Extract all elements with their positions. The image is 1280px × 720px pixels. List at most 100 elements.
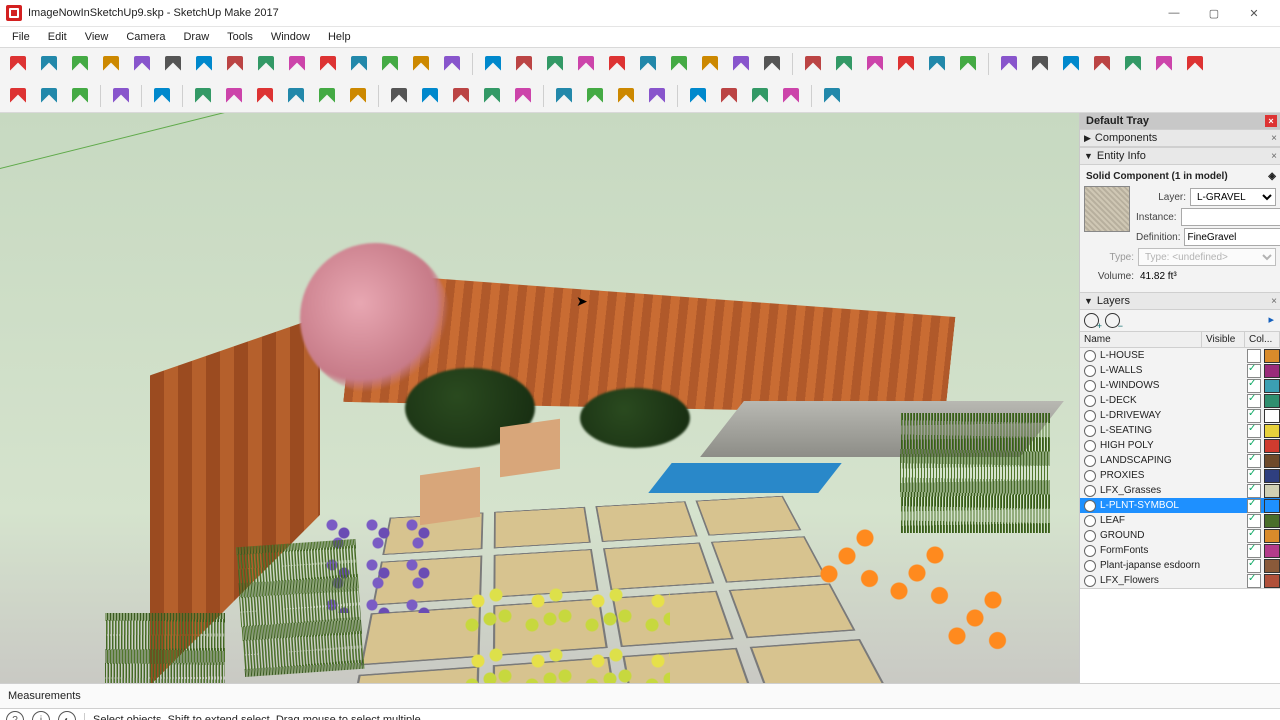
layer-visible-checkbox[interactable] (1247, 439, 1261, 453)
save-button[interactable] (66, 50, 94, 78)
tape-button[interactable] (385, 82, 413, 110)
protractor-button[interactable] (416, 82, 444, 110)
layer-row[interactable]: L-HOUSE (1080, 348, 1280, 363)
settings-gear-button[interactable] (314, 50, 342, 78)
dim-button[interactable] (509, 82, 537, 110)
menu-help[interactable]: Help (320, 29, 359, 45)
layer-row[interactable]: GROUND (1080, 528, 1280, 543)
3dwarehouse-button[interactable] (830, 50, 858, 78)
layer-color-swatch[interactable] (1264, 574, 1280, 588)
pie-button[interactable] (758, 50, 786, 78)
move-red-button[interactable] (995, 50, 1023, 78)
line-button[interactable] (66, 82, 94, 110)
layer-active-radio[interactable] (1084, 545, 1096, 557)
layer-visible-checkbox[interactable] (1247, 409, 1261, 423)
redo-button[interactable] (252, 50, 280, 78)
viewport-3d[interactable]: ➤ (0, 113, 1079, 683)
layer-color-swatch[interactable] (1264, 514, 1280, 528)
paste-button[interactable] (159, 50, 187, 78)
undo-button[interactable] (221, 50, 249, 78)
layer-visible-checkbox[interactable] (1247, 424, 1261, 438)
panel-layers-header[interactable]: ▼ Layers × (1080, 292, 1280, 310)
layer-color-swatch[interactable] (1264, 439, 1280, 453)
open-button[interactable] (35, 50, 63, 78)
2pt-arc-button[interactable] (696, 50, 724, 78)
orbit-button[interactable] (550, 82, 578, 110)
delete-button[interactable] (190, 50, 218, 78)
fwd-arrow-button[interactable] (376, 50, 404, 78)
layer-color-swatch[interactable] (1264, 349, 1280, 363)
layer-active-radio[interactable] (1084, 455, 1096, 467)
text-button[interactable] (447, 82, 475, 110)
arc-button[interactable] (665, 50, 693, 78)
layer-color-swatch[interactable] (1264, 544, 1280, 558)
panel-close-icon[interactable]: × (1271, 151, 1277, 162)
rectangle-button[interactable] (541, 50, 569, 78)
layer-row[interactable]: LFX_Grasses (1080, 483, 1280, 498)
layers-list[interactable]: L-HOUSEL-WALLSL-WINDOWSL-DECKL-DRIVEWAYL… (1080, 348, 1280, 588)
layers-flyout-button[interactable]: ▸ (1268, 313, 1274, 326)
layer-visible-checkbox[interactable] (1247, 499, 1261, 513)
orb-button[interactable] (1057, 50, 1085, 78)
zoom-button[interactable] (612, 82, 640, 110)
scale-button[interactable] (1119, 50, 1147, 78)
layer-row[interactable]: L-PLNT-SYMBOL (1080, 498, 1280, 513)
layer-row[interactable]: LANDSCAPING (1080, 453, 1280, 468)
layer-visible-checkbox[interactable] (1247, 394, 1261, 408)
freehand-button[interactable] (510, 50, 538, 78)
rect2-button[interactable] (148, 82, 176, 110)
layer-color-swatch[interactable] (1264, 379, 1280, 393)
add-layer-button[interactable] (1084, 313, 1099, 328)
layer-row[interactable]: L-SEATING (1080, 423, 1280, 438)
section-button[interactable] (684, 82, 712, 110)
layer-active-radio[interactable] (1084, 530, 1096, 542)
eraser-button[interactable] (35, 82, 63, 110)
layer-visible-checkbox[interactable] (1247, 379, 1261, 393)
layer-visible-checkbox[interactable] (1247, 484, 1261, 498)
layer-color-swatch[interactable] (1264, 499, 1280, 513)
paint-button[interactable] (777, 82, 805, 110)
layer-row[interactable]: L-WALLS (1080, 363, 1280, 378)
offset2-button[interactable] (344, 82, 372, 110)
panel-close-icon[interactable]: × (1271, 296, 1277, 307)
scale2-button[interactable] (313, 82, 341, 110)
user-icon[interactable]: ◐ (58, 711, 76, 720)
new-button[interactable] (4, 50, 32, 78)
tray-close-button[interactable]: × (1265, 115, 1277, 127)
follow-button[interactable] (282, 82, 310, 110)
rotated-rect-button[interactable] (572, 50, 600, 78)
layer-row[interactable]: FormFonts (1080, 543, 1280, 558)
house-top-button[interactable] (923, 50, 951, 78)
layer-row[interactable]: PROXIES (1080, 468, 1280, 483)
layer-color-swatch[interactable] (1264, 394, 1280, 408)
layer-active-radio[interactable] (1084, 515, 1096, 527)
select-arrow-button[interactable] (4, 82, 32, 110)
layer-row[interactable]: L-WINDOWS (1080, 378, 1280, 393)
layer-color-swatch[interactable] (1264, 469, 1280, 483)
layer-active-radio[interactable] (1084, 500, 1096, 512)
rotate-button[interactable] (251, 82, 279, 110)
rotate-red-button[interactable] (1026, 50, 1054, 78)
layer-active-radio[interactable] (1084, 350, 1096, 362)
menu-view[interactable]: View (77, 29, 117, 45)
layer-visible-checkbox[interactable] (1247, 454, 1261, 468)
panel-entity-header[interactable]: ▼ Entity Info × (1080, 147, 1280, 165)
house-front-button[interactable] (892, 50, 920, 78)
menu-draw[interactable]: Draw (175, 29, 217, 45)
entity-menu-icon[interactable]: ◈ (1268, 171, 1276, 182)
pencil-button[interactable] (479, 50, 507, 78)
pan-button[interactable] (581, 82, 609, 110)
layer-active-radio[interactable] (1084, 485, 1096, 497)
menu-file[interactable]: File (4, 29, 38, 45)
layer-color-swatch[interactable] (1264, 364, 1280, 378)
menu-camera[interactable]: Camera (118, 29, 173, 45)
layer-color-swatch[interactable] (1264, 454, 1280, 468)
info-icon[interactable]: i (32, 711, 50, 720)
layer-visible-checkbox[interactable] (1247, 469, 1261, 483)
entity-layer-select[interactable]: L-GRAVEL (1190, 188, 1276, 206)
layer-visible-checkbox[interactable] (1247, 574, 1261, 588)
push-button[interactable] (1181, 50, 1209, 78)
stop-button[interactable] (818, 82, 846, 110)
back-arrow-button[interactable] (345, 50, 373, 78)
warehouse-button[interactable] (438, 50, 466, 78)
